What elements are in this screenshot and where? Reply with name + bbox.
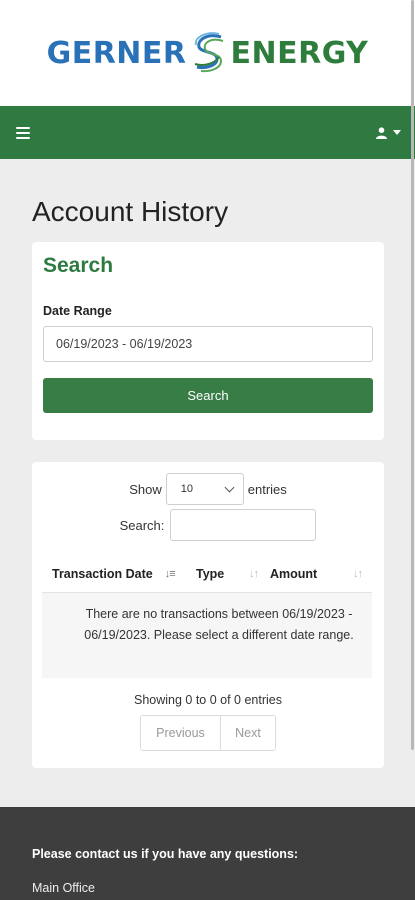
company-logo[interactable]: GERNER ENERGY <box>47 31 369 75</box>
hamburger-icon[interactable] <box>16 126 30 139</box>
next-page-button[interactable]: Next <box>221 716 275 750</box>
search-button[interactable]: Search <box>43 378 373 413</box>
page-scrollbar[interactable] <box>411 0 414 750</box>
sort-icon: ↓↑ <box>353 567 363 580</box>
swirl-logo-icon <box>194 32 223 73</box>
search-heading: Search <box>43 254 114 277</box>
pagination: Previous Next <box>140 715 276 751</box>
logo-text-left: GERNER <box>46 35 187 71</box>
table-header: Transaction Date ↓≡ Type ↓↑ Amount ↓↑ <box>42 555 372 593</box>
page-title: Account History <box>32 196 229 227</box>
column-type[interactable]: Type ↓↑ <box>192 567 268 581</box>
page-size-value: 10 <box>180 483 193 495</box>
sort-desc-icon: ↓≡ <box>164 567 176 580</box>
column-transaction-date[interactable]: Transaction Date ↓≡ <box>42 567 192 581</box>
page-size-row: Show 10 entries <box>32 473 384 505</box>
footer-heading: Please contact us if you have any questi… <box>32 847 299 861</box>
date-range-input[interactable] <box>43 326 373 362</box>
logo-text-right: ENERGY <box>230 35 369 71</box>
search-panel: Search Date Range Search <box>32 242 384 440</box>
date-range-label: Date Range <box>43 304 112 318</box>
column-label: Type <box>196 566 225 581</box>
user-icon <box>376 126 387 139</box>
table-search-input[interactable] <box>170 509 317 541</box>
table-search-label: Search: <box>119 517 165 533</box>
footer-main-office: Main Office <box>32 881 95 895</box>
column-amount[interactable]: Amount ↓↑ <box>268 567 372 581</box>
entries-label: entries <box>247 481 287 497</box>
top-navbar <box>0 106 415 159</box>
chevron-down-icon <box>224 482 235 492</box>
column-label: Amount <box>270 566 318 581</box>
page-size-select[interactable]: 10 <box>165 473 244 505</box>
table-info: Showing 0 to 0 of 0 entries <box>133 693 282 707</box>
chevron-down-icon <box>393 130 401 135</box>
show-label: Show <box>129 481 162 497</box>
user-menu-button[interactable] <box>376 126 401 139</box>
page-footer: Please contact us if you have any questi… <box>0 807 415 900</box>
table-search-row: Search: <box>32 509 384 541</box>
empty-table-message: There are no transactions between 06/19/… <box>42 593 372 678</box>
column-label: Transaction Date <box>52 566 153 581</box>
sort-icon: ↓↑ <box>249 567 259 580</box>
logo-header: GERNER ENERGY <box>0 0 415 106</box>
transactions-panel: Show 10 entries Search: Transaction Date… <box>32 462 384 768</box>
previous-page-button[interactable]: Previous <box>141 716 221 750</box>
